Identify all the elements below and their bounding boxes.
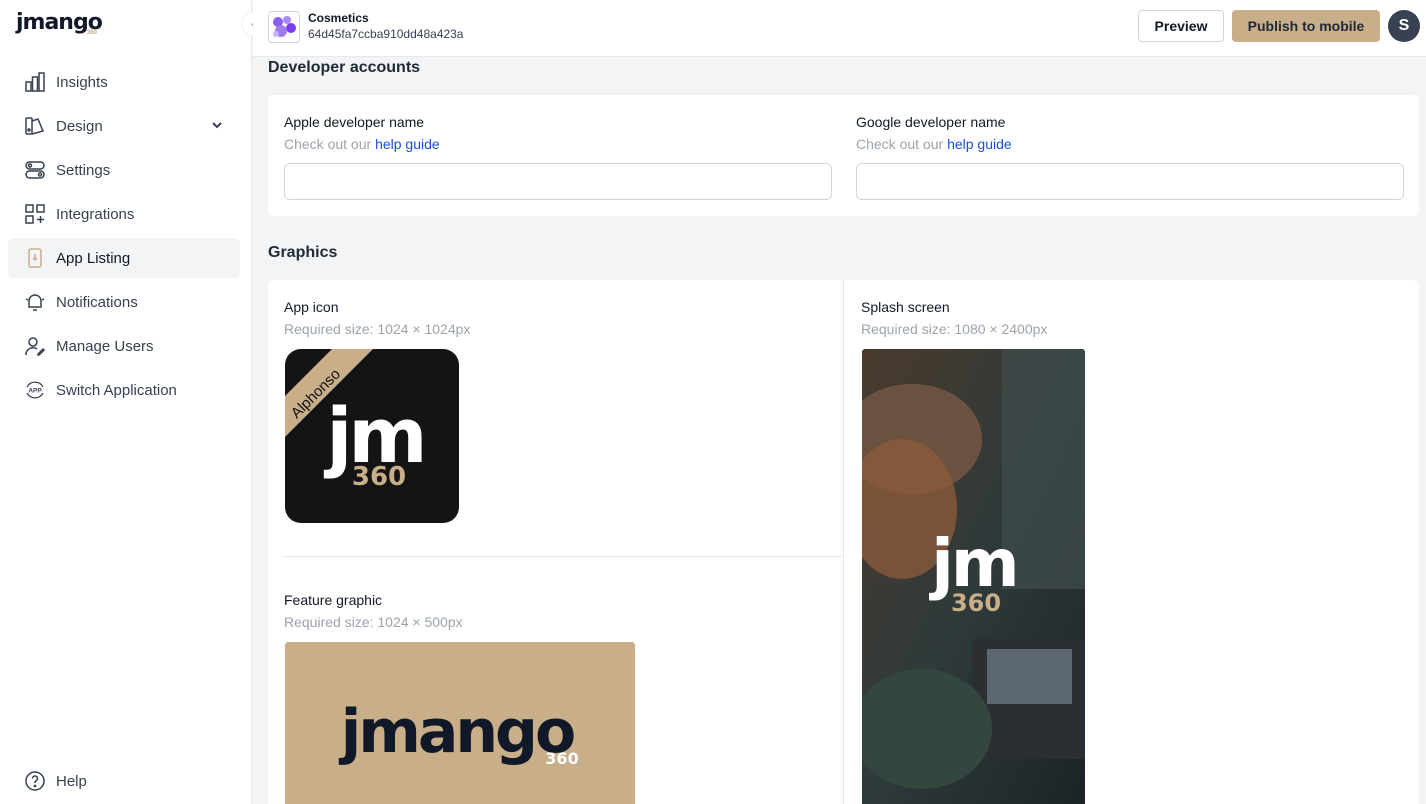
app-icon-label: App icon	[284, 299, 339, 315]
help-prefix: Check out our	[284, 136, 372, 152]
sidebar-item-label: Notifications	[56, 293, 138, 311]
apple-developer-label: Apple developer name	[284, 114, 425, 130]
sidebar-item-label: Integrations	[56, 205, 135, 223]
preview-button[interactable]: Preview	[1138, 10, 1224, 42]
app-switch-icon: APP	[24, 379, 46, 401]
google-developer-label: Google developer name	[856, 114, 1006, 130]
sidebar-item-label: Design	[56, 117, 103, 135]
app-icon-image[interactable]: Alphonso jm 360	[285, 349, 459, 523]
chevron-down-icon[interactable]	[210, 118, 224, 132]
bell-icon	[24, 291, 46, 313]
svg-text:APP: APP	[28, 388, 42, 395]
google-help-text: Check out our help guide	[856, 136, 1012, 152]
phone-icon	[24, 247, 46, 269]
sidebar-item-insights[interactable]: Insights	[8, 62, 240, 102]
integrations-icon	[24, 203, 46, 225]
jmango-logo[interactable]: jmango 360	[16, 10, 103, 40]
bar-chart-icon	[24, 71, 46, 93]
feature-graphic-size: Required size: 1024 × 500px	[284, 614, 463, 630]
apple-help-text: Check out our help guide	[284, 136, 440, 152]
app-name: Cosmetics	[308, 11, 369, 25]
app-id: 64d45fa7ccba910dd48a423a	[308, 27, 464, 41]
publish-to-mobile-button[interactable]: Publish to mobile	[1232, 10, 1380, 42]
toggles-icon	[24, 159, 46, 181]
app-thumbnail	[268, 11, 300, 43]
sidebar-item-settings[interactable]: Settings	[8, 150, 240, 190]
help-label: Help	[56, 772, 87, 790]
splash-screen-size: Required size: 1080 × 2400px	[861, 321, 1048, 337]
help-link[interactable]: Help	[24, 770, 87, 792]
sidebar-item-label: Settings	[56, 161, 111, 179]
google-help-guide-link[interactable]: help guide	[947, 136, 1012, 152]
help-prefix: Check out our	[856, 136, 944, 152]
app-icon-size: Required size: 1024 × 1024px	[284, 321, 471, 337]
graphics-title: Graphics	[268, 244, 338, 261]
sidebar: jmango 360 Insights Design Settings Inte…	[0, 0, 252, 804]
splash-screen-label: Splash screen	[861, 299, 950, 315]
sidebar-item-app-listing[interactable]: App Listing	[8, 238, 240, 278]
sidebar-item-integrations[interactable]: Integrations	[8, 194, 240, 234]
graphics-horizontal-divider	[284, 556, 843, 557]
top-header: Cosmetics 64d45fa7ccba910dd48a423a Previ…	[253, 0, 1426, 57]
sidebar-nav: Insights Design Settings Integrations Ap…	[8, 62, 240, 414]
sidebar-item-label: App Listing	[56, 249, 131, 267]
developer-accounts-title: Developer accounts	[268, 59, 421, 76]
feature-mark: jmango	[339, 697, 574, 767]
splash-sub: 360	[951, 589, 1001, 617]
feature-graphic-label: Feature graphic	[284, 592, 383, 608]
feature-graphic-image[interactable]: jmango 360	[285, 642, 635, 804]
sidebar-item-manage-users[interactable]: Manage Users	[8, 326, 240, 366]
avatar[interactable]: S	[1388, 10, 1420, 42]
logo-sub: 360	[87, 30, 98, 36]
help-circle-icon	[24, 770, 46, 792]
graphics-vertical-divider	[843, 280, 844, 804]
sidebar-item-label: Insights	[56, 73, 108, 91]
sidebar-item-label: Switch Application	[56, 381, 177, 399]
palette-icon	[24, 115, 46, 137]
splash-screen-image[interactable]: jm 360	[862, 349, 1085, 804]
google-developer-name-input[interactable]	[856, 163, 1404, 200]
jm-sub: 360	[352, 462, 406, 492]
sidebar-item-switch-application[interactable]: APP Switch Application	[8, 370, 240, 410]
sidebar-item-design[interactable]: Design	[8, 106, 240, 146]
feature-sub: 360	[545, 749, 578, 768]
sidebar-item-notifications[interactable]: Notifications	[8, 282, 240, 322]
user-edit-icon	[24, 335, 46, 357]
sidebar-item-label: Manage Users	[56, 337, 154, 355]
apple-help-guide-link[interactable]: help guide	[375, 136, 440, 152]
apple-developer-name-input[interactable]	[284, 163, 832, 200]
